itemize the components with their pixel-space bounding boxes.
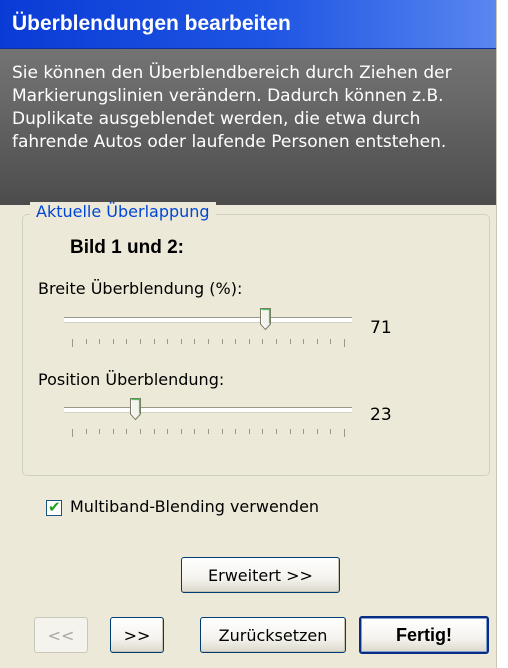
slider-tick xyxy=(99,339,100,344)
slider-tick xyxy=(181,339,182,344)
slider-tick xyxy=(154,429,155,434)
blend-position-value: 23 xyxy=(370,405,392,425)
slider-tick xyxy=(249,429,250,434)
slider-tick xyxy=(303,429,304,434)
slider-tick xyxy=(208,429,209,434)
slider-tick xyxy=(86,339,87,344)
slider-tick xyxy=(262,429,263,434)
slider-tick xyxy=(72,339,73,347)
slider-tick xyxy=(249,339,250,344)
slider-tick xyxy=(126,429,127,434)
slider-tick xyxy=(72,429,73,437)
slider-tick xyxy=(303,339,304,344)
slider-tick xyxy=(181,429,182,434)
scrollbar-track[interactable] xyxy=(497,0,508,668)
description-line: Duplikate ausgeblendet werden, die etwa … xyxy=(12,109,421,129)
slider-tick xyxy=(194,429,195,434)
slider-tick xyxy=(222,429,223,434)
info-header: Überblendungen bearbeiten Sie können den… xyxy=(0,0,496,205)
previous-button[interactable]: << xyxy=(34,617,88,653)
slider-tick xyxy=(344,429,345,437)
slider-ticks xyxy=(64,429,352,437)
slider-tick xyxy=(167,339,168,344)
slider-tick xyxy=(276,429,277,434)
finish-button[interactable]: Fertig! xyxy=(359,616,489,654)
blend-width-label: Breite Überblendung (%): xyxy=(38,279,243,298)
slider-tick xyxy=(113,339,114,344)
checkmark-icon: ✔ xyxy=(48,498,61,516)
slider-tick xyxy=(330,339,331,344)
slider-tick xyxy=(126,339,127,344)
blend-width-slider[interactable] xyxy=(64,307,352,357)
slider-tick xyxy=(262,339,263,344)
slider-ticks xyxy=(64,339,352,347)
slider-tick xyxy=(235,429,236,434)
slider-tick xyxy=(222,339,223,344)
multiband-checkbox[interactable]: ✔ xyxy=(46,498,62,516)
blend-position-slider[interactable] xyxy=(64,397,352,447)
reset-button[interactable]: Zurücksetzen xyxy=(200,617,346,653)
slider-tick xyxy=(140,339,141,344)
multiband-checkbox-label[interactable]: Multiband-Blending verwenden xyxy=(70,497,319,516)
slider-tick xyxy=(140,429,141,434)
description-text: Sie können den Überblendbereich durch Zi… xyxy=(12,62,490,154)
slider-tick xyxy=(86,429,87,434)
slider-thumb[interactable] xyxy=(259,307,272,331)
title-bar: Überblendungen bearbeiten xyxy=(0,0,496,49)
slider-tick xyxy=(290,339,291,344)
blend-edit-panel: Überblendungen bearbeiten Sie können den… xyxy=(0,0,497,668)
slider-tick xyxy=(317,429,318,434)
panel-title: Überblendungen bearbeiten xyxy=(12,12,291,35)
blend-width-value: 71 xyxy=(370,318,392,338)
slider-track xyxy=(64,407,352,412)
advanced-button[interactable]: Erweitert >> xyxy=(181,557,340,593)
description-line: Sie können den Überblendbereich durch Zi… xyxy=(12,63,452,83)
groupbox-legend: Aktuelle Überlappung xyxy=(30,202,216,221)
image-pair-label: Bild 1 und 2: xyxy=(70,237,184,258)
description-line: Markierungslinien verändern. Dadurch kön… xyxy=(12,86,444,106)
slider-tick xyxy=(330,429,331,434)
slider-tick xyxy=(344,339,345,347)
description-line: fahrende Autos oder laufende Personen en… xyxy=(12,132,447,152)
slider-thumb[interactable] xyxy=(129,397,142,421)
slider-tick xyxy=(317,339,318,344)
slider-tick xyxy=(113,429,114,434)
slider-tick xyxy=(194,339,195,344)
slider-track xyxy=(64,317,352,322)
slider-tick xyxy=(290,429,291,434)
next-button[interactable]: >> xyxy=(110,617,164,653)
slider-tick xyxy=(208,339,209,344)
slider-tick xyxy=(99,429,100,434)
slider-tick xyxy=(235,339,236,344)
slider-tick xyxy=(154,339,155,344)
slider-tick xyxy=(167,429,168,434)
slider-tick xyxy=(276,339,277,344)
blend-position-label: Position Überblendung: xyxy=(38,370,225,389)
